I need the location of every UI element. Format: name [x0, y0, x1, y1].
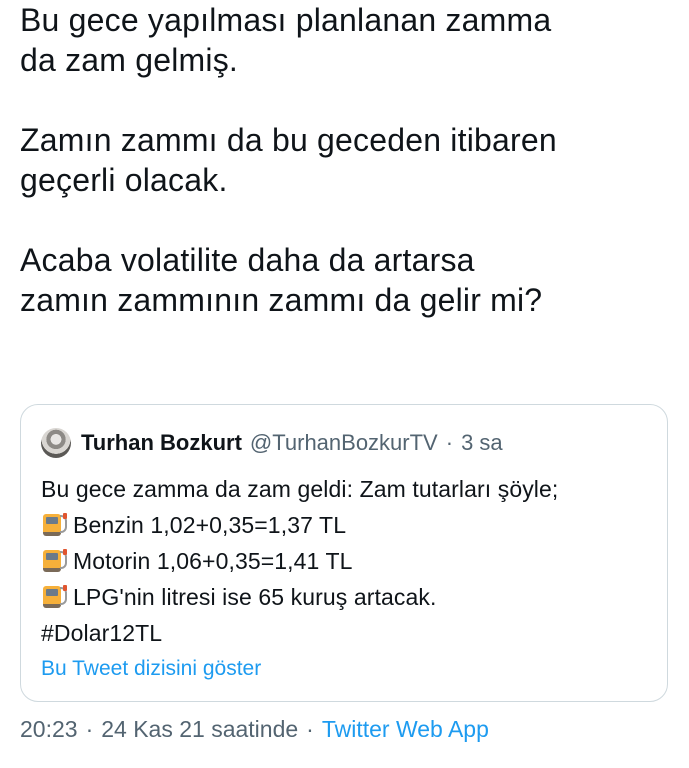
quoted-tweet-card[interactable]: Turhan Bozkurt @TurhanBozkurTV · 3 sa Bu…: [20, 404, 668, 702]
quoted-line-text: Motorin 1,06+0,35=1,41 TL: [73, 548, 353, 574]
quoted-line: Bu gece zamma da zam geldi: Zam tutarlar…: [41, 471, 651, 507]
quoted-tweet-time[interactable]: 3 sa: [461, 430, 503, 456]
hashtag-link[interactable]: #Dolar12TL: [41, 615, 162, 651]
tweet-date[interactable]: 24 Kas 21 saatinde: [101, 716, 298, 742]
quoted-line: #Dolar12TL: [41, 615, 651, 651]
quoted-line-text: Benzin 1,02+0,35=1,37 TL: [73, 512, 347, 538]
tweet-paragraph-2: Zamın zammı da bu geceden itibaren geçer…: [20, 120, 670, 200]
quoted-line-text: Bu gece zamma da zam geldi: Zam tutarlar…: [41, 476, 559, 502]
fuel-pump-icon: [41, 512, 71, 538]
tweet-line: da zam gelmiş.: [20, 42, 238, 78]
tweet-line: Acaba volatilite daha da artarsa: [20, 242, 475, 278]
separator-dot: ·: [306, 716, 314, 742]
tweet-paragraph-1: Bu gece yapılması planlanan zamma da zam…: [20, 0, 670, 80]
separator-dot: ·: [445, 430, 454, 455]
tweet-time[interactable]: 20:23: [20, 716, 78, 742]
quoted-line: LPG'nin litresi ise 65 kuruş artacak.: [41, 579, 651, 615]
avatar[interactable]: [41, 428, 71, 458]
quoted-author-name[interactable]: Turhan Bozkurt: [81, 430, 242, 456]
fuel-pump-icon: [41, 584, 71, 610]
quoted-author-handle[interactable]: @TurhanBozkurTV: [250, 430, 438, 456]
separator-dot: ·: [85, 716, 94, 742]
tweet-line: zamın zammının zammı da gelir mi?: [20, 282, 543, 318]
tweet-line: Zamın zammı da bu geceden itibaren: [20, 122, 557, 158]
tweet-line: Bu gece yapılması planlanan zamma: [20, 2, 552, 38]
tweet-meta: 20:23 · 24 Kas 21 saatinde · Twitter Web App: [20, 716, 489, 743]
show-thread-link[interactable]: Bu Tweet dizisini göster: [41, 657, 261, 681]
quoted-line: Motorin 1,06+0,35=1,41 TL: [41, 543, 651, 579]
quoted-tweet-header: Turhan Bozkurt @TurhanBozkurTV · 3 sa: [41, 427, 503, 459]
tweet-line: geçerli olacak.: [20, 162, 228, 198]
tweet-source-link[interactable]: Twitter Web App: [322, 716, 489, 742]
quoted-line-text: LPG'nin litresi ise 65 kuruş artacak.: [73, 584, 437, 610]
quoted-tweet-text: Bu gece zamma da zam geldi: Zam tutarlar…: [41, 471, 651, 651]
fuel-pump-icon: [41, 548, 71, 574]
tweet-paragraph-3: Acaba volatilite daha da artarsa zamın z…: [20, 240, 670, 320]
tweet-text: Bu gece yapılması planlanan zamma da zam…: [20, 0, 670, 320]
quoted-line: Benzin 1,02+0,35=1,37 TL: [41, 507, 651, 543]
